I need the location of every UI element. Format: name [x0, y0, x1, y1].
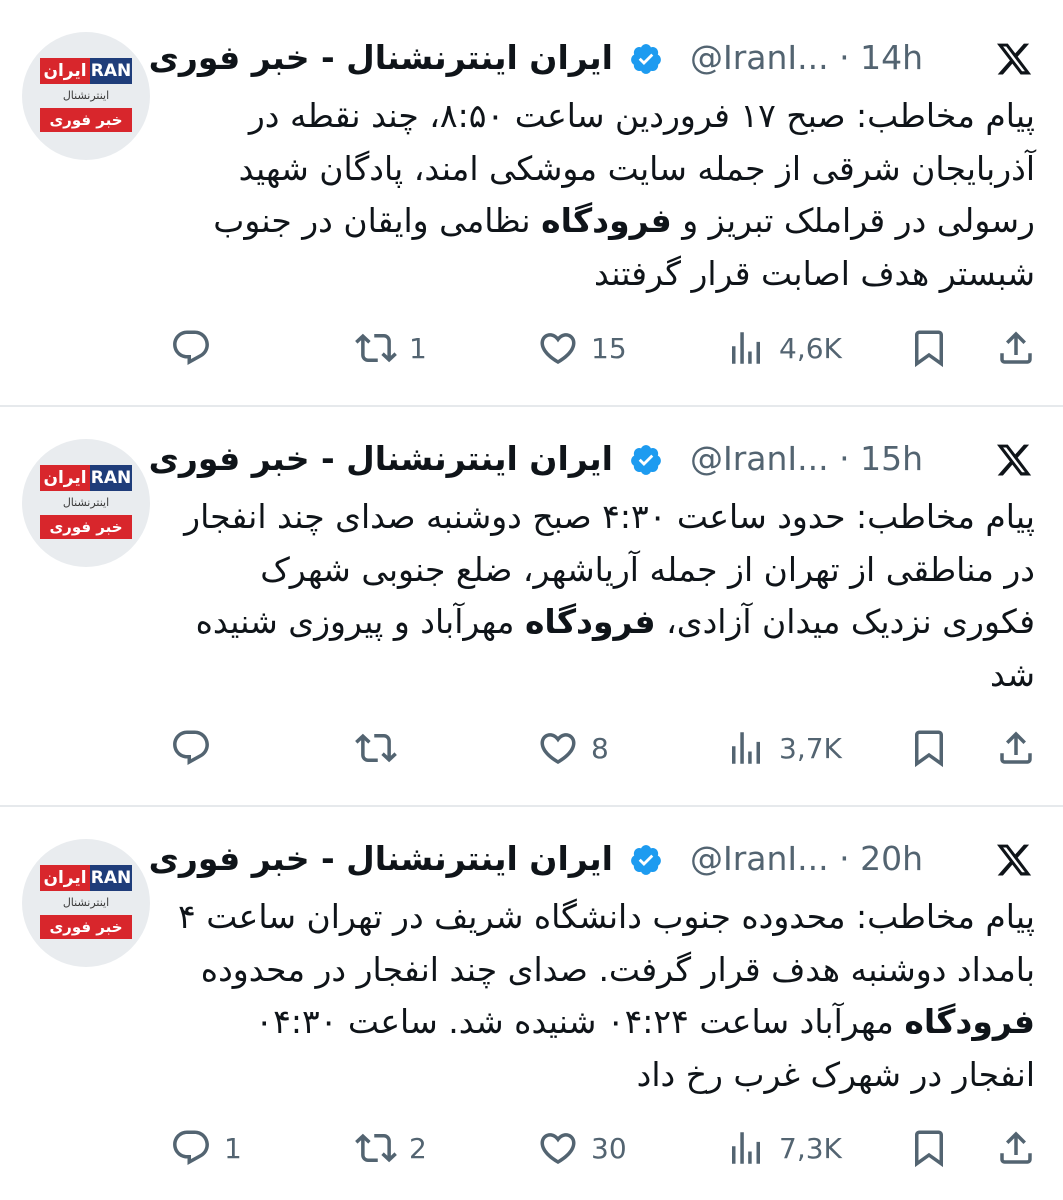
text-segment: پیام مخاطب: محدوده جنوب دانشگاه شریف در …	[178, 897, 1035, 989]
like-button[interactable]: 15	[537, 323, 627, 373]
views-button[interactable]: 7,3K	[725, 1123, 842, 1173]
verified-badge-icon	[631, 845, 661, 875]
logo-red-text: ایران	[40, 58, 90, 84]
logo-sub-text: اینترنشنال	[62, 896, 110, 909]
views-icon	[732, 732, 760, 764]
repost-count: 1	[409, 331, 427, 365]
tweet-header: ایران اینترنشنال - خبر فوری @IranI... · …	[149, 30, 1033, 86]
display-name[interactable]: ایران اینترنشنال - خبر فوری	[149, 831, 613, 887]
repost-icon	[355, 733, 397, 763]
bookmark-icon	[915, 730, 943, 768]
logo-red-text: ایران	[40, 865, 90, 891]
share-button[interactable]	[995, 723, 1037, 773]
logo-red-text: ایران	[40, 465, 90, 491]
tweet-card[interactable]: ایران RAN اینترنشنال خبر فوری ایران اینت…	[0, 407, 1063, 805]
brand-logo: ایران RAN	[40, 865, 132, 891]
bookmark-button[interactable]	[908, 1123, 950, 1173]
like-count: 30	[591, 1131, 627, 1165]
tweet-card[interactable]: ایران RAN اینترنشنال خبر فوری ایران اینت…	[0, 0, 1063, 405]
tweet-text: پیام مخاطب: محدوده جنوب دانشگاه شریف در …	[170, 891, 1035, 1101]
views-icon	[732, 332, 760, 364]
handle[interactable]: @IranI...	[690, 38, 829, 77]
tweet-text: پیام مخاطب: حدود ساعت ۴:۳۰ صبح دوشنبه صد…	[170, 491, 1035, 701]
timestamp[interactable]: 15h	[860, 439, 923, 478]
view-count: 7,3K	[779, 1131, 842, 1165]
avatar[interactable]: ایران RAN اینترنشنال خبر فوری	[22, 439, 150, 567]
tweet-card[interactable]: ایران RAN اینترنشنال خبر فوری ایران اینت…	[0, 807, 1063, 1200]
view-count: 4,6K	[779, 331, 842, 365]
repost-button[interactable]: 2	[355, 1123, 427, 1173]
tweet-feed: ایران RAN اینترنشنال خبر فوری ایران اینت…	[0, 0, 1063, 1200]
like-button[interactable]: 30	[537, 1123, 627, 1173]
logo-blue-text: RAN	[90, 58, 132, 84]
tweet-header: ایران اینترنشنال - خبر فوری @IranI... · …	[149, 431, 1033, 487]
share-button[interactable]	[995, 1123, 1037, 1173]
view-count: 3,7K	[779, 731, 842, 765]
bookmark-button[interactable]	[908, 323, 950, 373]
text-bold: فرودگاه	[541, 201, 672, 240]
action-bar: 1 15 4,6K	[170, 323, 1035, 373]
like-count: 15	[591, 331, 627, 365]
reply-count: 1	[224, 1131, 242, 1165]
x-logo-icon	[996, 43, 1032, 75]
avatar[interactable]: ایران RAN اینترنشنال خبر فوری	[22, 839, 150, 967]
like-count: 8	[591, 731, 609, 765]
timestamp[interactable]: 20h	[860, 839, 923, 878]
heart-icon	[540, 1133, 576, 1165]
repost-count: 2	[409, 1131, 427, 1165]
tweet-text: پیام مخاطب: صبح ۱۷ فروردین ساعت ۸:۵۰، چن…	[170, 90, 1035, 300]
heart-icon	[540, 733, 576, 765]
tweet-header: ایران اینترنشنال - خبر فوری @IranI... · …	[149, 831, 1033, 887]
handle[interactable]: @IranI...	[690, 839, 829, 878]
views-button[interactable]: 4,6K	[725, 323, 842, 373]
logo-sub-text: اینترنشنال	[62, 89, 110, 102]
reply-icon	[173, 330, 209, 365]
logo-sub-text: اینترنشنال	[62, 496, 110, 509]
logo-bottom-text: خبر فوری	[40, 915, 132, 939]
verified-badge-icon	[631, 445, 661, 475]
repost-icon	[355, 1133, 397, 1163]
timestamp[interactable]: 14h	[860, 38, 923, 77]
action-bar: 1 2 30 7,3K	[170, 1123, 1035, 1173]
verified-badge-icon	[631, 44, 661, 74]
logo-bottom-text: خبر فوری	[40, 515, 132, 539]
handle-and-time[interactable]: @IranI... · 15h	[690, 431, 923, 487]
handle-and-time[interactable]: @IranI... · 14h	[690, 30, 923, 86]
share-button[interactable]	[995, 323, 1037, 373]
x-logo-icon	[996, 444, 1032, 476]
text-bold: فرودگاه	[524, 602, 656, 641]
bookmark-button[interactable]	[908, 723, 950, 773]
logo-blue-text: RAN	[90, 865, 132, 891]
reply-button[interactable]	[170, 723, 224, 773]
repost-icon	[355, 333, 397, 363]
heart-icon	[540, 333, 576, 365]
avatar[interactable]: ایران RAN اینترنشنال خبر فوری	[22, 32, 150, 160]
like-button[interactable]: 8	[537, 723, 609, 773]
handle-and-time[interactable]: @IranI... · 20h	[690, 831, 923, 887]
bookmark-icon	[915, 330, 943, 368]
bookmark-icon	[915, 1130, 943, 1168]
brand-logo: ایران RAN	[40, 58, 132, 84]
share-icon	[1000, 331, 1032, 364]
action-bar: 8 3,7K	[170, 723, 1035, 773]
x-logo-icon	[996, 844, 1032, 876]
text-bold: فرودگاه	[904, 1002, 1035, 1041]
display-name[interactable]: ایران اینترنشنال - خبر فوری	[149, 431, 613, 487]
reply-button[interactable]: 1	[170, 1123, 242, 1173]
reply-icon	[173, 730, 209, 765]
share-icon	[1000, 1131, 1032, 1164]
repost-button[interactable]	[355, 723, 409, 773]
reply-icon	[173, 1130, 209, 1165]
logo-blue-text: RAN	[90, 465, 132, 491]
logo-bottom-text: خبر فوری	[40, 108, 132, 132]
handle[interactable]: @IranI...	[690, 439, 829, 478]
display-name[interactable]: ایران اینترنشنال - خبر فوری	[149, 30, 613, 86]
repost-button[interactable]: 1	[355, 323, 427, 373]
views-button[interactable]: 3,7K	[725, 723, 842, 773]
views-icon	[732, 1132, 760, 1164]
share-icon	[1000, 731, 1032, 764]
brand-logo: ایران RAN	[40, 465, 132, 491]
reply-button[interactable]	[170, 323, 224, 373]
